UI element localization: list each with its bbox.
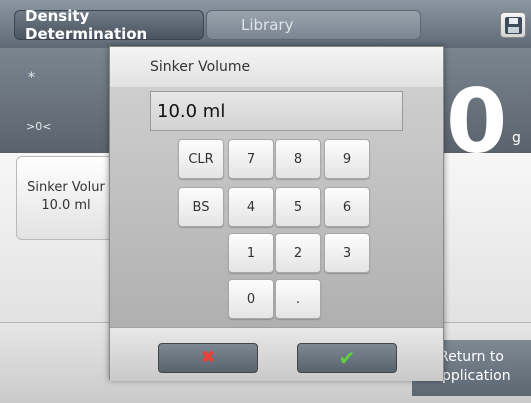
key-6[interactable]: 6 [324,187,370,227]
center-of-zero-indicator: >0< [26,120,52,133]
tab-density-determination-label: Density Determination [25,7,148,43]
save-button[interactable] [500,12,526,38]
key-5[interactable]: 5 [275,187,321,227]
key-4[interactable]: 4 [228,187,274,227]
key-9[interactable]: 9 [324,139,370,179]
top-bar: Density Determination Library [0,0,531,48]
weight-unit: g [512,130,521,146]
key-1[interactable]: 1 [228,233,274,273]
confirm-button[interactable]: ✔ [297,343,397,373]
sinker-volume-button[interactable]: Sinker Volur 10.0 ml [16,156,116,240]
tab-density-determination[interactable]: Density Determination [14,7,204,43]
key-8[interactable]: 8 [275,139,321,179]
cancel-button[interactable]: ✖ [158,343,258,373]
key-bs[interactable]: BS [178,187,224,227]
dialog-footer: ✖ ✔ [110,327,443,381]
sinker-volume-label: Sinker Volur [27,180,105,195]
key-0[interactable]: 0 [228,279,274,319]
x-icon: ✖ [200,347,216,368]
stability-star: * [28,70,35,86]
dialog-title: Sinker Volume [110,47,443,87]
key-3[interactable]: 3 [324,233,370,273]
value-entry-field[interactable]: 10.0 ml [150,91,403,131]
key-2[interactable]: 2 [275,233,321,273]
check-icon: ✔ [338,346,356,370]
tab-library-label: Library [241,16,294,34]
key-clr[interactable]: CLR [178,139,224,179]
key-decimal[interactable]: . [275,279,321,319]
sinker-volume-dialog: Sinker Volume 10.0 ml CLR 7 8 9 BS 4 5 6… [109,46,444,381]
key-7[interactable]: 7 [228,139,274,179]
sinker-volume-value: 10.0 ml [41,198,91,213]
floppy-disk-icon [505,17,522,34]
tab-library[interactable]: Library [206,10,421,40]
